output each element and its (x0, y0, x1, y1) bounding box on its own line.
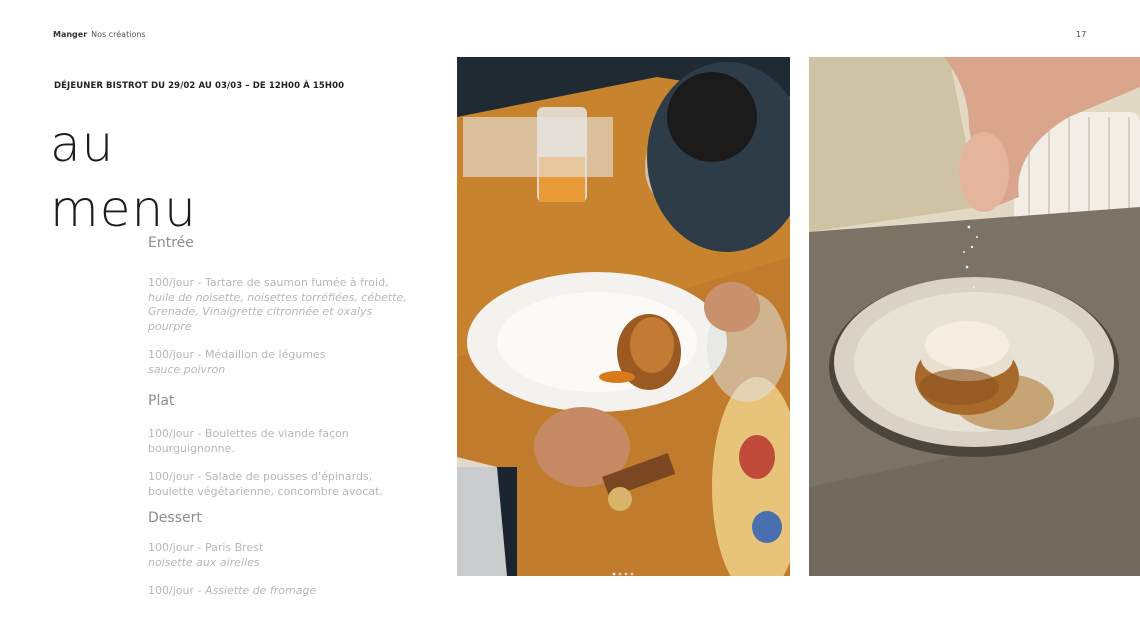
page-number: 17 (1076, 30, 1087, 39)
page-title: au menu (50, 112, 290, 242)
plat-heading: Plat (148, 393, 175, 409)
item-text: 100/jour - Paris Brest (148, 541, 264, 554)
item-detail: sauce poivron (148, 362, 226, 376)
menu-item-boulettes: 100/jour - Boulettes de viande façon bou… (148, 427, 368, 456)
item-text: 100/jour - Tartare de saumon fumée à fro… (148, 276, 389, 289)
title-line-1: au (50, 115, 115, 173)
dessert-photo (809, 57, 1140, 576)
title-line-2: menu (50, 180, 197, 238)
menu-item-tartare: 100/jour - Tartare de saumon fumée à fro… (148, 276, 416, 334)
menu-item-medaillon: 100/jour - Médaillon de légumes sauce po… (148, 348, 416, 377)
carousel-dots[interactable] (612, 572, 636, 576)
menu-item-salade: 100/jour - Salade de pousses d'épinards,… (148, 470, 398, 499)
menu-item-fromage: 100/jour - Assiette de fromage (148, 584, 416, 599)
breadcrumb-page[interactable]: Nos créations (91, 30, 145, 39)
item-text: 100/jour - Médaillon de légumes (148, 348, 326, 361)
dessert-heading: Dessert (148, 510, 202, 526)
breadcrumb-section[interactable]: Manger (53, 30, 87, 39)
dining-photo (457, 57, 790, 576)
item-detail: huile de noisette, noisettes torréfiées,… (148, 290, 407, 333)
breadcrumb: Manger Nos créations (53, 30, 146, 39)
menu-item-paris-brest: 100/jour - Paris Brest noisette aux aire… (148, 541, 416, 570)
item-text: 100/jour - Boulettes de viande façon bou… (148, 427, 349, 455)
dining-photo-illustration (457, 57, 790, 576)
item-detail: Assiette de fromage (204, 584, 317, 597)
entree-heading: Entrée (148, 235, 194, 251)
item-text: 100/jour - (148, 584, 205, 597)
event-line: DÉJEUNER BISTROT DU 29/02 AU 03/03 – DE … (54, 81, 345, 91)
item-detail: noisette aux airelles (148, 555, 260, 569)
dessert-photo-illustration (809, 57, 1140, 576)
item-text: 100/jour - Salade de pousses d'épinards,… (148, 470, 383, 498)
